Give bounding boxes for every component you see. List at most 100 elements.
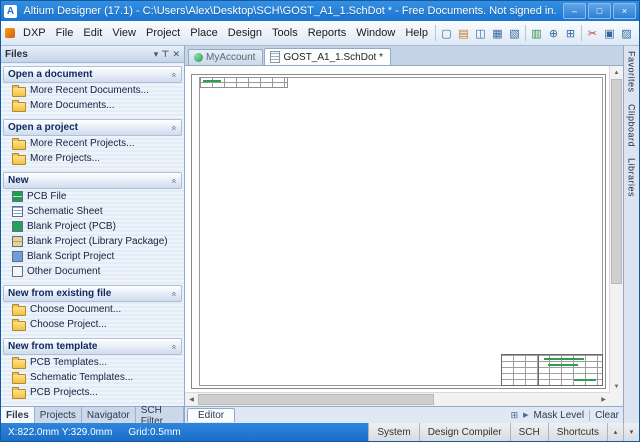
scroll-right-icon[interactable]: ▶ — [597, 393, 610, 406]
choose-document-link[interactable]: Choose Document... — [3, 302, 182, 317]
minimize-button[interactable]: – — [563, 3, 586, 19]
open-project-icon[interactable]: ▥ — [528, 25, 545, 42]
menu-design[interactable]: Design — [223, 25, 267, 41]
collapse-down-icon[interactable]: ▾ — [623, 423, 639, 441]
maximize-button[interactable]: □ — [588, 3, 611, 19]
new-pcb-file-link[interactable]: PCB File — [3, 189, 182, 204]
close-button[interactable]: × — [613, 3, 636, 19]
section-new: New « PCB File Schematic Sheet Blank Pro… — [3, 172, 182, 279]
zoom-area-icon[interactable]: ⊞ — [562, 25, 579, 42]
collapse-icon[interactable]: « — [169, 125, 179, 130]
horizontal-scrollbar[interactable]: ◀ ▶ — [185, 392, 610, 406]
panel-menu-icon[interactable]: ▾ — [154, 49, 159, 60]
item-label: PCB File — [27, 191, 66, 202]
files-panel-body: Open a document « More Recent Documents.… — [1, 63, 184, 406]
section-header[interactable]: Open a document « — [3, 66, 182, 83]
item-label: Choose Project... — [30, 319, 107, 330]
menu-dxp[interactable]: DXP — [18, 25, 51, 41]
new-document-icon[interactable]: ▢ — [438, 25, 455, 42]
panel-close-icon[interactable]: ✕ — [172, 49, 180, 60]
section-header[interactable]: New from existing file « — [3, 285, 182, 302]
design-compiler-panel-button[interactable]: Design Compiler — [419, 423, 510, 441]
panel-tab-clipboard[interactable]: Clipboard — [627, 104, 637, 147]
scroll-down-icon[interactable]: ▼ — [610, 380, 623, 393]
panel-tab-favorites[interactable]: Favorites — [627, 51, 637, 93]
scroll-left-icon[interactable]: ◀ — [185, 393, 198, 406]
window-title: Altium Designer (17.1) - C:\Users\Alex\D… — [21, 5, 559, 17]
folder-icon — [12, 102, 26, 112]
choose-project-link[interactable]: Choose Project... — [3, 317, 182, 332]
tab-myaccount[interactable]: MyAccount — [188, 49, 263, 65]
menu-edit[interactable]: Edit — [78, 25, 107, 41]
mask-grid-icon[interactable]: ⊞ — [511, 410, 519, 421]
panel-tab-sch-filter[interactable]: SCH Filter — [136, 407, 184, 423]
tab-label: MyAccount — [206, 52, 255, 63]
vertical-scrollbar[interactable]: ▲ ▼ — [609, 66, 623, 393]
scroll-up-icon[interactable]: ▲ — [610, 66, 623, 79]
panel-tab-files[interactable]: Files — [1, 407, 35, 423]
blank-project-library-icon — [12, 236, 23, 247]
pcb-projects-link[interactable]: PCB Projects... — [3, 385, 182, 400]
files-panel-title: Files — [5, 49, 28, 60]
system-panel-button[interactable]: System — [368, 423, 418, 441]
menu-place[interactable]: Place — [185, 25, 223, 41]
menu-reports[interactable]: Reports — [303, 25, 352, 41]
mask-arrow-icon[interactable]: ▶ — [523, 411, 528, 419]
mask-level-button[interactable]: Mask Level — [534, 410, 585, 421]
schematic-templates-link[interactable]: Schematic Templates... — [3, 370, 182, 385]
panel-tab-libraries[interactable]: Libraries — [627, 158, 637, 197]
more-projects-link[interactable]: More Projects... — [3, 151, 182, 166]
more-recent-projects-link[interactable]: More Recent Projects... — [3, 136, 182, 151]
item-label: Blank Project (Library Package) — [27, 236, 168, 247]
more-recent-documents-link[interactable]: More Recent Documents... — [3, 83, 182, 98]
new-schematic-sheet-link[interactable]: Schematic Sheet — [3, 204, 182, 219]
sch-panel-button[interactable]: SCH — [510, 423, 548, 441]
collapse-icon[interactable]: « — [169, 344, 179, 349]
menu-help[interactable]: Help — [400, 25, 433, 41]
open-document-icon[interactable]: ▤ — [455, 25, 472, 42]
section-header[interactable]: New « — [3, 172, 182, 189]
collapse-icon[interactable]: « — [169, 72, 179, 77]
toolbar-separator — [581, 25, 582, 41]
menu-file[interactable]: File — [51, 25, 79, 41]
panel-pin-icon[interactable]: ⊤ — [161, 49, 169, 60]
files-panel-header: Files ▾ ⊤ ✕ — [1, 46, 184, 63]
tab-gost-a1-1-schdot[interactable]: GOST_A1_1.SchDot * — [264, 48, 391, 65]
divider — [589, 410, 590, 421]
title-block-text-line — [548, 364, 578, 366]
zoom-in-icon[interactable]: ⊕ — [545, 25, 562, 42]
new-blank-project-library-link[interactable]: Blank Project (Library Package) — [3, 234, 182, 249]
vertical-scroll-thumb[interactable] — [611, 79, 622, 284]
menu-window[interactable]: Window — [351, 25, 400, 41]
panel-tab-navigator[interactable]: Navigator — [82, 407, 136, 423]
menu-view[interactable]: View — [107, 25, 141, 41]
print-preview-icon[interactable]: ▧ — [506, 25, 523, 42]
copy-icon[interactable]: ▣ — [601, 25, 618, 42]
new-blank-project-pcb-link[interactable]: Blank Project (PCB) — [3, 219, 182, 234]
collapse-icon[interactable]: « — [169, 291, 179, 296]
schematic-canvas[interactable]: ▲ ▼ ◀ ▶ — [185, 66, 623, 406]
clear-button[interactable]: Clear — [595, 410, 619, 421]
shortcuts-panel-button[interactable]: Shortcuts — [548, 423, 607, 441]
undo-icon[interactable]: ↺ — [635, 25, 639, 42]
new-blank-script-project-link[interactable]: Blank Script Project — [3, 249, 182, 264]
print-icon[interactable]: ▦ — [489, 25, 506, 42]
new-other-document-link[interactable]: Other Document — [3, 264, 182, 279]
section-header[interactable]: Open a project « — [3, 119, 182, 136]
editor-tab[interactable]: Editor — [187, 408, 235, 422]
menu-project[interactable]: Project — [141, 25, 185, 41]
menu-tools[interactable]: Tools — [267, 25, 303, 41]
panel-tab-projects[interactable]: Projects — [35, 407, 82, 423]
horizontal-scroll-thumb[interactable] — [198, 394, 434, 405]
section-title: New — [8, 175, 29, 186]
status-bar: X:822.0mm Y:329.0mm Grid:0.5mm System De… — [1, 423, 639, 441]
blank-project-pcb-icon — [12, 221, 23, 232]
more-documents-link[interactable]: More Documents... — [3, 98, 182, 113]
pcb-templates-link[interactable]: PCB Templates... — [3, 355, 182, 370]
collapse-up-icon[interactable]: ▴ — [607, 423, 623, 441]
collapse-icon[interactable]: « — [169, 178, 179, 183]
section-header[interactable]: New from template « — [3, 338, 182, 355]
paste-icon[interactable]: ▨ — [618, 25, 635, 42]
cut-icon[interactable]: ✂ — [584, 25, 601, 42]
save-document-icon[interactable]: ◫ — [472, 25, 489, 42]
